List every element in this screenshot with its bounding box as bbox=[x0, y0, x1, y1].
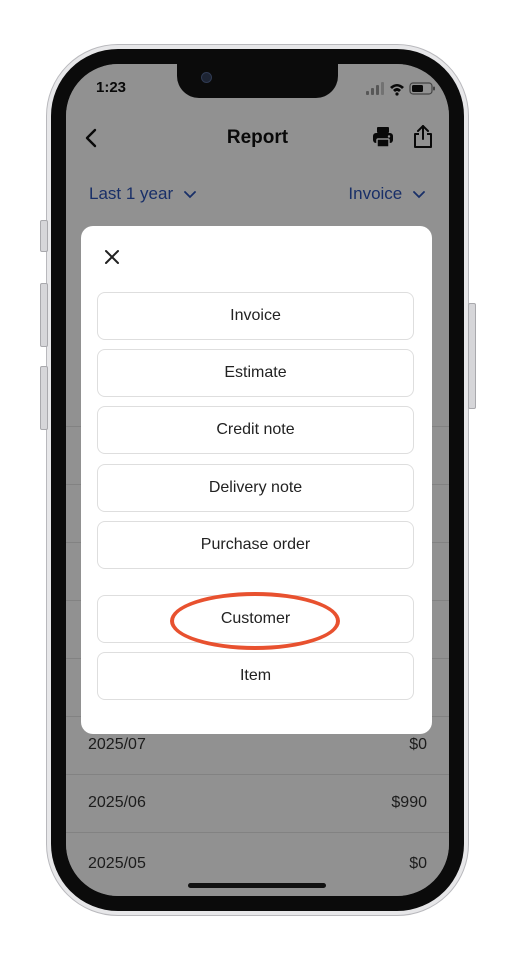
volume-up-button bbox=[40, 283, 48, 347]
power-button bbox=[468, 303, 476, 409]
option-credit-note[interactable]: Credit note bbox=[97, 406, 414, 454]
volume-down-button bbox=[40, 366, 48, 430]
home-indicator bbox=[188, 883, 326, 888]
option-invoice[interactable]: Invoice bbox=[97, 292, 414, 340]
app-screen: 1:23 Report Last 1 year Invoice 2025/07 … bbox=[66, 64, 449, 896]
mute-switch bbox=[40, 220, 48, 252]
camera-icon bbox=[201, 72, 212, 83]
report-type-modal: Invoice Estimate Credit note Delivery no… bbox=[81, 226, 432, 734]
highlight-ellipse bbox=[170, 592, 340, 650]
notch bbox=[177, 64, 338, 98]
option-estimate[interactable]: Estimate bbox=[97, 349, 414, 397]
option-item[interactable]: Item bbox=[97, 652, 414, 700]
option-purchase-order[interactable]: Purchase order bbox=[97, 521, 414, 569]
option-delivery-note[interactable]: Delivery note bbox=[97, 464, 414, 512]
close-icon[interactable] bbox=[101, 246, 123, 268]
